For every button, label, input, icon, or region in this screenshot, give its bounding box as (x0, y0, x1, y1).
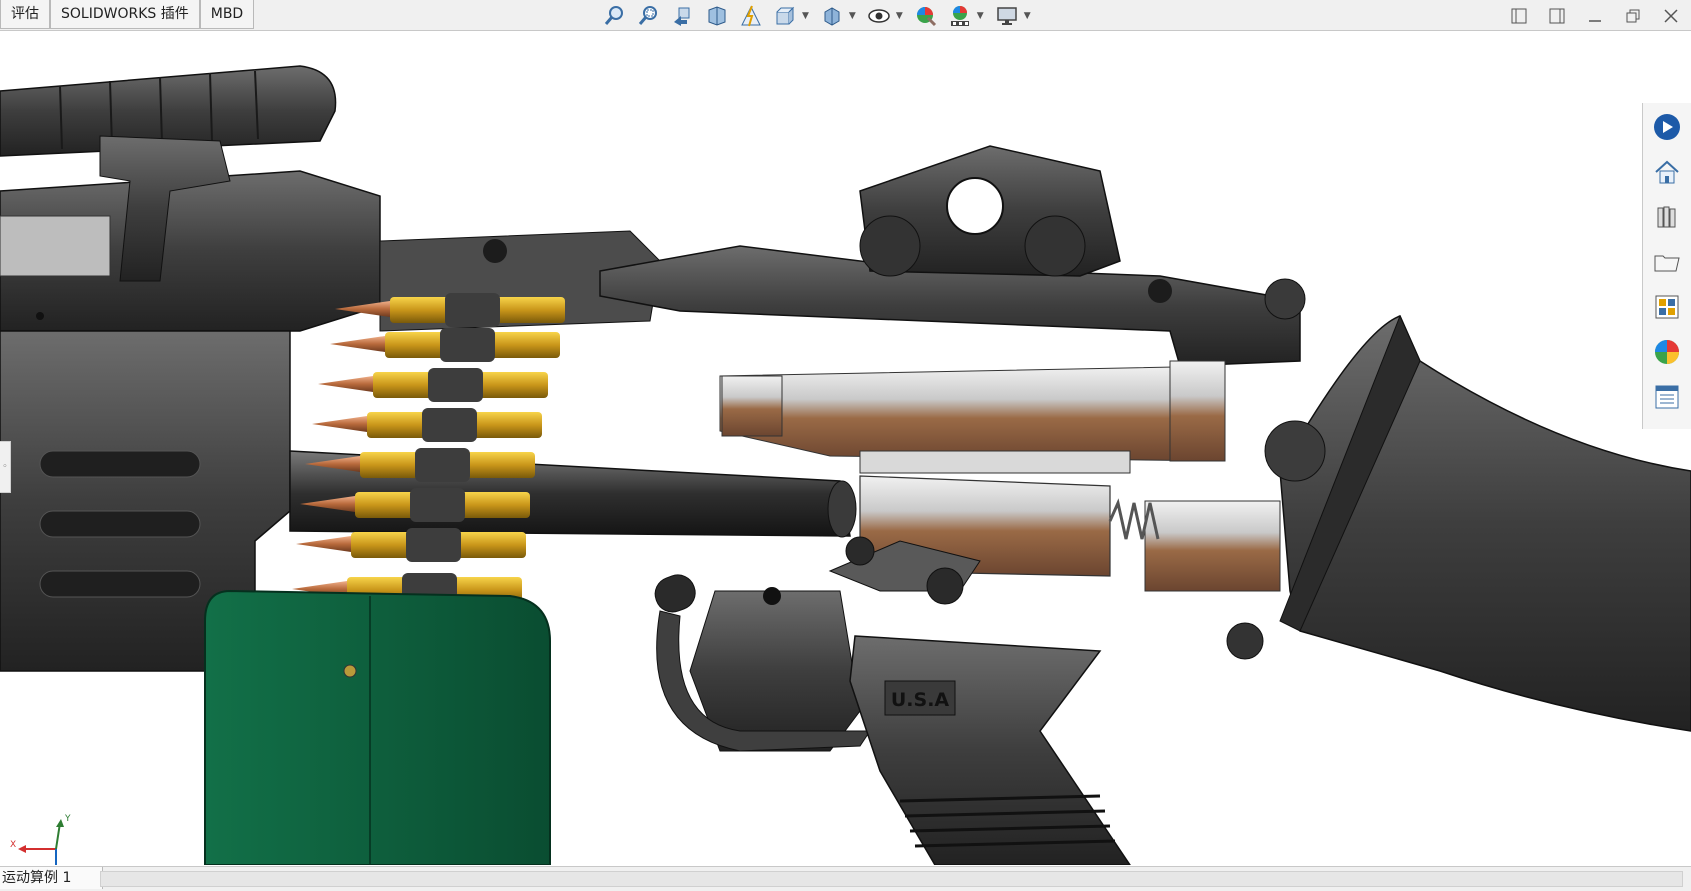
window-controls (1507, 6, 1683, 26)
cartridge (318, 368, 548, 402)
view-palette-icon (1655, 295, 1679, 319)
design-library-tab[interactable] (1649, 199, 1685, 235)
hammer-pin (763, 587, 781, 605)
gas-cylinder (859, 450, 1131, 474)
triad-x-label: X (10, 840, 16, 850)
solidworks-resources-icon (1654, 114, 1680, 140)
hide-show-items-icon (868, 9, 890, 23)
rail-end-knob (1264, 278, 1306, 320)
design-library-icon (1657, 206, 1676, 228)
minimize-button[interactable] (1583, 6, 1607, 26)
windage-knob (1024, 215, 1086, 277)
operating-rod (719, 365, 1226, 462)
guide-block (1169, 360, 1226, 462)
triad-y-label: Y (64, 814, 71, 824)
stock-latch (1264, 420, 1326, 482)
view-settings-icon (996, 7, 1017, 25)
sear-pin (654, 574, 696, 613)
elevation-knob (859, 215, 921, 277)
task-pane-tabs (1642, 103, 1691, 429)
custom-properties-icon (1655, 385, 1679, 409)
usa-engraving: U.S.A (891, 689, 950, 711)
minimize-icon (1589, 20, 1601, 22)
chevron-down-icon[interactable]: ▼ (849, 11, 856, 21)
horizontal-scrollbar[interactable] (100, 871, 1683, 887)
appearances-scenes-icon (1655, 340, 1679, 364)
tab-evaluate[interactable]: 评估 (0, 0, 50, 29)
chevron-down-icon[interactable]: ▼ (977, 11, 984, 21)
command-manager-bar: 评估 SOLIDWORKS 插件 MBD ▼ ▼ ▼ ▼ ▼ (0, 0, 1691, 31)
tab-solidworks-addins[interactable]: SOLIDWORKS 插件 (50, 0, 200, 29)
barrel-end (827, 480, 857, 538)
graphics-area[interactable]: U.S.A ◦ X Y Z (0, 31, 1691, 865)
display-style-button[interactable] (817, 4, 847, 28)
hammer-pin (845, 536, 875, 566)
section-view-icon (708, 6, 726, 26)
section-view-button[interactable] (702, 4, 732, 28)
close-icon (1664, 9, 1678, 23)
motion-study-bar: 运动算例 1 (0, 866, 1691, 891)
collapse-left-button[interactable] (1507, 6, 1531, 26)
apply-scene-icon (950, 6, 969, 26)
home-tab[interactable] (1649, 154, 1685, 190)
appearances-scenes-tab[interactable] (1649, 334, 1685, 370)
previous-view-button[interactable] (668, 4, 698, 28)
hide-show-items-button[interactable] (864, 4, 894, 28)
previous-view-icon (674, 7, 690, 26)
command-tabs: 评估 SOLIDWORKS 插件 MBD (0, 0, 255, 30)
charging-block (721, 375, 783, 437)
dynamic-annotation-views-icon (741, 5, 761, 27)
spring-coil (926, 567, 964, 605)
view-orientation-button[interactable] (770, 4, 800, 28)
panel-right-icon (1549, 8, 1565, 24)
custom-properties-tab[interactable] (1649, 379, 1685, 415)
heads-up-view-toolbar: ▼ ▼ ▼ ▼ ▼ (600, 4, 1035, 28)
rear-sight-aperture (946, 177, 1004, 235)
ammo-box-rivet (343, 664, 357, 678)
display-style-icon (824, 7, 840, 26)
knob (1148, 279, 1172, 303)
motion-study-tab[interactable]: 运动算例 1 (0, 867, 103, 889)
bolt-block (1144, 500, 1281, 592)
home-icon (1655, 160, 1679, 184)
collapse-right-button[interactable] (1545, 6, 1569, 26)
cartridge (296, 528, 526, 562)
ammunition-belt (292, 293, 565, 607)
ammo-box[interactable] (204, 589, 551, 865)
feed-tray-plate (0, 215, 111, 277)
tab-mbd[interactable]: MBD (199, 0, 255, 29)
edit-appearance-icon (916, 7, 936, 27)
machine-gun-assembly-model[interactable]: U.S.A (0, 31, 1691, 865)
sling-swivel (1226, 622, 1264, 660)
zoom-to-area-icon (638, 6, 657, 25)
cartridge (312, 408, 542, 442)
dynamic-annotation-views-button[interactable] (736, 4, 766, 28)
zoom-to-fit-button[interactable] (600, 4, 630, 28)
zoom-to-fit-icon (604, 6, 623, 25)
zoom-to-area-button[interactable] (634, 4, 664, 28)
receiver-slots (39, 450, 201, 598)
pin (36, 312, 44, 320)
chevron-down-icon[interactable]: ▼ (802, 11, 809, 21)
cartridge (330, 328, 560, 362)
panel-left-icon (1511, 8, 1527, 24)
apply-scene-button[interactable] (945, 4, 975, 28)
feature-manager-expand-handle[interactable]: ◦ (0, 441, 11, 493)
view-palette-tab[interactable] (1649, 289, 1685, 325)
chevron-down-icon[interactable]: ▼ (1024, 11, 1031, 21)
close-button[interactable] (1659, 6, 1683, 26)
file-explorer-tab[interactable] (1649, 244, 1685, 280)
view-settings-button[interactable] (992, 4, 1022, 28)
knob (483, 239, 507, 263)
edit-appearance-button[interactable] (911, 4, 941, 28)
view-orientation-icon (776, 6, 795, 25)
solidworks-resources-tab[interactable] (1649, 109, 1685, 145)
restore-button[interactable] (1621, 6, 1645, 26)
file-explorer-icon (1654, 255, 1680, 272)
reference-triad: X Y Z (10, 814, 71, 865)
restore-icon (1626, 9, 1640, 23)
pistol-grip (849, 635, 1131, 865)
chevron-down-icon[interactable]: ▼ (896, 11, 903, 21)
